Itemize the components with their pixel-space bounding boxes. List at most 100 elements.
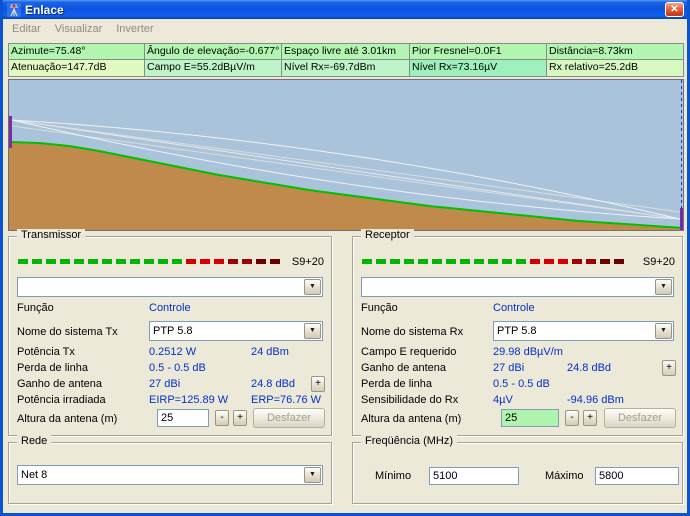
network-combobox-value: Net 8: [18, 469, 303, 481]
chevron-down-icon[interactable]: ▼: [304, 279, 321, 295]
tx-unit-combobox[interactable]: ▼: [17, 277, 323, 297]
network-combobox[interactable]: Net 8 ▼: [17, 465, 323, 485]
rx-required-field-label: Campo E requerido: [361, 345, 456, 360]
enlace-window: Enlace ✕ Editar Visualizar Inverter Azim…: [0, 0, 690, 516]
info-rx-relative: Rx relativo=25.2dB: [547, 60, 683, 76]
frequency-max-input[interactable]: [595, 467, 679, 485]
rx-sensitivity-label: Sensibilidade do Rx: [361, 393, 458, 408]
close-icon[interactable]: ✕: [665, 2, 684, 17]
tx-eirp-value: EIRP=125.89 W: [149, 393, 228, 408]
tx-antenna-gain-plus-button[interactable]: +: [311, 376, 325, 392]
receiver-group-title: Receptor: [361, 229, 414, 241]
rx-antenna-gain-dbi: 27 dBi: [493, 361, 524, 376]
rx-antenna-height-label: Altura da antena (m): [361, 412, 461, 427]
tx-power-dbm: 24 dBm: [251, 345, 289, 360]
menu-item-visualizar[interactable]: Visualizar: [48, 21, 110, 37]
titlebar: Enlace ✕: [3, 0, 687, 19]
rx-role-value: Controle: [493, 301, 535, 316]
rx-antenna-gain-row: Ganho de antena 27 dBi 24.8 dBd +: [361, 361, 674, 377]
tx-antenna-height-label: Altura da antena (m): [17, 412, 117, 427]
rx-system-label: Nome do sistema Rx: [361, 325, 463, 340]
tx-role-label: Função: [17, 301, 54, 316]
tx-role-value: Controle: [149, 301, 191, 316]
window-title: Enlace: [25, 3, 661, 17]
tx-radiated-power-label: Potência irradiada: [17, 393, 106, 408]
frequency-group-title: Freqüência (MHz): [361, 435, 457, 447]
rx-system-combobox-value: PTP 5.8: [494, 325, 654, 337]
rx-sensitivity-dbm: -94.96 dBm: [567, 393, 624, 408]
tx-line-loss-value: 0.5 - 0.5 dB: [149, 361, 206, 376]
rx-height-increment-button[interactable]: +: [583, 410, 597, 426]
chevron-down-icon[interactable]: ▼: [304, 323, 321, 339]
rx-role-label: Função: [361, 301, 398, 316]
transmitter-group: Transmissor S9+20 ▼ Função Controle Nome…: [8, 236, 332, 436]
tx-system-combobox[interactable]: PTP 5.8 ▼: [149, 321, 323, 341]
rx-undo-button[interactable]: Desfazer: [604, 408, 676, 428]
info-rx-level-uv: Nível Rx=73.16µV: [410, 60, 547, 76]
app-icon: [7, 3, 21, 17]
tx-antenna-gain-dbd: 24.8 dBd: [251, 377, 295, 392]
rx-required-field-row: Campo E requerido 29.98 dBµV/m: [361, 345, 674, 361]
tx-antenna-height-input[interactable]: [157, 409, 209, 427]
rx-system-combobox[interactable]: PTP 5.8 ▼: [493, 321, 674, 341]
tx-height-decrement-button[interactable]: -: [215, 410, 229, 426]
rx-role-row: Função Controle: [361, 301, 674, 317]
tx-antenna-gain-label: Ganho de antena: [17, 377, 102, 392]
tx-undo-button[interactable]: Desfazer: [253, 408, 325, 428]
tx-height-increment-button[interactable]: +: [233, 410, 247, 426]
rx-antenna-gain-plus-button[interactable]: +: [662, 360, 676, 376]
transmitter-group-title: Transmissor: [17, 229, 85, 241]
rx-sensitivity-row: Sensibilidade do Rx 4µV -94.96 dBm: [361, 393, 674, 409]
tx-line-loss-row: Perda de linha 0.5 - 0.5 dB: [17, 361, 323, 377]
link-info-panel: Azimute=75.48° Ângulo de elevação=-0.677…: [8, 43, 684, 77]
info-field-strength: Campo E=55.2dBµV/m: [145, 60, 282, 76]
network-group-title: Rede: [17, 435, 51, 447]
network-group: Rede Net 8 ▼: [8, 442, 332, 504]
rx-antenna-gain-dbd: 24.8 dBd: [567, 361, 611, 376]
tx-line-loss-label: Perda de linha: [17, 361, 88, 376]
rx-line-loss-row: Perda de linha 0.5 - 0.5 dB: [361, 377, 674, 393]
rx-line-loss-value: 0.5 - 0.5 dB: [493, 377, 550, 392]
menu-item-editar[interactable]: Editar: [5, 21, 48, 37]
rx-unit-combobox[interactable]: ▼: [361, 277, 674, 297]
menu-item-inverter[interactable]: Inverter: [109, 21, 160, 37]
tx-signal-strength-bar: S9+20: [18, 257, 324, 266]
chevron-down-icon[interactable]: ▼: [304, 467, 321, 483]
info-worst-fresnel: Pior Fresnel=0.0F1: [410, 44, 547, 60]
tx-radiated-power-row: Potência irradiada EIRP=125.89 W ERP=76.…: [17, 393, 323, 409]
tx-erp-value: ERP=76.76 W: [251, 393, 321, 408]
rx-line-loss-label: Perda de linha: [361, 377, 432, 392]
tx-system-combobox-value: PTP 5.8: [150, 325, 303, 337]
terrain-profile-chart: [8, 79, 684, 231]
info-azimuth: Azimute=75.48°: [9, 44, 145, 60]
frequency-min-input[interactable]: [429, 467, 519, 485]
tx-power-row: Potência Tx 0.2512 W 24 dBm: [17, 345, 323, 361]
rx-required-field-value: 29.98 dBµV/m: [493, 345, 563, 360]
info-free-space: Espaço livre até 3.01km: [282, 44, 410, 60]
tx-antenna-mark: [9, 116, 12, 148]
frequency-group: Freqüência (MHz) Mínimo Máximo: [352, 442, 683, 504]
menubar: Editar Visualizar Inverter: [3, 19, 687, 39]
tx-power-label: Potência Tx: [17, 345, 75, 360]
rx-antenna-gain-label: Ganho de antena: [361, 361, 446, 376]
receiver-group: Receptor S9+20 ▼ Função Controle Nome do…: [352, 236, 683, 436]
info-rx-level-dbm: Nível Rx=-69.7dBm: [282, 60, 410, 76]
tx-system-label: Nome do sistema Tx: [17, 325, 118, 340]
rx-sensitivity-uv: 4µV: [493, 393, 513, 408]
tx-antenna-gain-dbi: 27 dBi: [149, 377, 180, 392]
info-distance: Distância=8.73km: [547, 44, 683, 60]
chevron-down-icon[interactable]: ▼: [655, 279, 672, 295]
frequency-max-label: Máximo: [545, 467, 584, 485]
rx-signal-strength-bar: S9+20: [362, 257, 675, 266]
rx-height-decrement-button[interactable]: -: [565, 410, 579, 426]
info-attenuation: Atenuação=147.7dB: [9, 60, 145, 76]
tx-power-watts: 0.2512 W: [149, 345, 196, 360]
tx-antenna-gain-row: Ganho de antena 27 dBi 24.8 dBd +: [17, 377, 323, 393]
rx-signal-level-label: S9+20: [643, 256, 675, 268]
frequency-min-label: Mínimo: [375, 467, 411, 485]
rx-antenna-height-input[interactable]: [501, 409, 559, 427]
chevron-down-icon[interactable]: ▼: [655, 323, 672, 339]
tx-role-row: Função Controle: [17, 301, 323, 317]
info-elevation-angle: Ângulo de elevação=-0.677°: [145, 44, 282, 60]
tx-signal-level-label: S9+20: [292, 256, 324, 268]
